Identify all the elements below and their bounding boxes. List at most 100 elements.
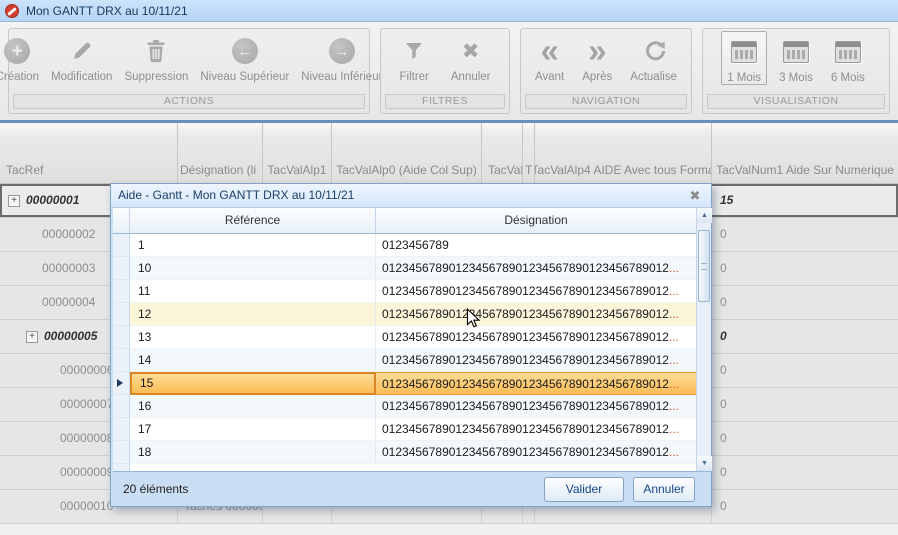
task-num-cell: 0 — [712, 388, 898, 421]
dialog-row[interactable]: 1501234567890123456789012345678901234567… — [113, 372, 696, 395]
reference-cell: 1 — [130, 234, 376, 257]
truncation-ellipsis: ... — [669, 353, 679, 367]
reference-cell: 18 — [130, 441, 376, 464]
niveau-superieur-button[interactable]: ← Niveau Supérieur — [195, 31, 294, 83]
avant-button[interactable]: « Avant — [530, 31, 569, 83]
task-ref: 00000009 — [60, 456, 113, 489]
modification-button[interactable]: Modification — [46, 31, 117, 83]
task-num-cell: 0 — [712, 218, 898, 251]
column-header-tacval[interactable]: TacVal — [482, 123, 523, 183]
row-selector-header — [113, 208, 130, 234]
dialog-titlebar[interactable]: Aide - Gantt - Mon GANTT DRX au 10/11/21 — [111, 184, 711, 208]
dialog-row[interactable]: 1401234567890123456789012345678901234567… — [113, 349, 696, 372]
task-num-cell: 0 — [712, 422, 898, 455]
trash-icon — [145, 33, 167, 69]
button-label: Niveau Inférieur — [301, 71, 382, 83]
row-selector-cell — [113, 395, 130, 418]
button-label: 3 Mois — [779, 72, 813, 84]
mouse-cursor-icon — [466, 308, 480, 329]
dialog-column-reference[interactable]: Référence — [130, 208, 376, 234]
scroll-up-icon[interactable]: ▲ — [697, 208, 712, 223]
window-title: Mon GANTT DRX au 10/11/21 — [26, 4, 188, 18]
task-num-cell: 0 — [712, 456, 898, 489]
calendar-icon — [835, 41, 861, 63]
reference-cell: 11 — [130, 280, 376, 303]
funnel-icon — [404, 33, 424, 69]
button-label: Niveau Supérieur — [200, 71, 289, 83]
ribbon-group-actions: + Création Modification — [8, 28, 370, 114]
designation-cell: 0123456789012345678901234567890123456789… — [376, 372, 696, 395]
button-label: 1 Mois — [727, 72, 761, 84]
truncation-ellipsis: ... — [669, 307, 679, 321]
button-label: Création — [0, 71, 39, 83]
expand-icon[interactable]: + — [8, 195, 20, 207]
dialog-column-designation[interactable]: Désignation — [376, 208, 696, 234]
niveau-inferieur-button[interactable]: → Niveau Inférieur — [296, 31, 387, 83]
dialog-row[interactable]: 1201234567890123456789012345678901234567… — [113, 303, 696, 326]
one-month-button[interactable]: 1 Mois — [721, 31, 767, 85]
ribbon-toolbar: + Création Modification — [0, 22, 898, 120]
chevrons-left-icon: « — [540, 38, 558, 64]
column-header-tacvalnum1[interactable]: TacValNum1 Aide Sur Numerique — [712, 123, 898, 183]
truncation-ellipsis: ... — [669, 399, 679, 413]
column-header-tacvalalp4[interactable]: TacValAlp4 AIDE Avec tous Forma — [535, 123, 712, 183]
arrow-right-circle-icon: → — [329, 38, 355, 64]
dialog-footer: 20 éléments Valider Annuler — [113, 471, 711, 506]
dialog-row[interactable]: 1101234567890123456789012345678901234567… — [113, 280, 696, 303]
dialog-row[interactable]: 1801234567890123456789012345678901234567… — [113, 441, 696, 464]
row-selector-cell — [113, 349, 130, 372]
column-header-designation[interactable]: Désignation (li — [178, 123, 263, 183]
row-selector-cell — [113, 441, 130, 464]
task-ref: 00000001 — [26, 184, 79, 217]
row-selector-cell — [113, 303, 130, 326]
arrow-left-circle-icon: ← — [232, 38, 258, 64]
row-selector-cell — [113, 257, 130, 280]
dialog-row[interactable]: 1701234567890123456789012345678901234567… — [113, 418, 696, 441]
truncation-ellipsis: ... — [669, 284, 679, 298]
dialog-row[interactable]: 1001234567890123456789012345678901234567… — [113, 257, 696, 280]
actualise-button[interactable]: Actualise — [625, 31, 682, 83]
apres-button[interactable]: » Après — [577, 31, 617, 83]
six-months-button[interactable]: 6 Mois — [825, 31, 871, 85]
annuler-filtre-button[interactable]: ✖ Annuler — [446, 31, 496, 83]
button-label: Avant — [535, 71, 564, 83]
dialog-scrollbar[interactable]: ▲ ▼ — [696, 208, 711, 471]
scrollbar-thumb[interactable] — [698, 230, 710, 302]
creation-button[interactable]: + Création — [0, 31, 44, 83]
task-ref: 00000007 — [60, 388, 113, 421]
valider-button[interactable]: Valider — [544, 477, 624, 502]
current-row-arrow-icon — [117, 379, 123, 387]
task-ref: 00000006 — [60, 354, 113, 387]
annuler-button[interactable]: Annuler — [633, 477, 695, 502]
pencil-icon — [70, 33, 94, 69]
truncation-ellipsis: ... — [669, 377, 679, 391]
column-header-tacref[interactable]: TacRef — [0, 123, 178, 183]
group-caption-visualisation: VISUALISATION — [707, 94, 885, 109]
filtrer-button[interactable]: Filtrer — [394, 31, 433, 83]
suppression-button[interactable]: Suppression — [119, 31, 193, 83]
designation-cell: 0123456789012345678901234567890123456789… — [376, 441, 696, 464]
table-bottom-strip — [0, 524, 898, 535]
column-header-t[interactable]: T — [523, 123, 535, 183]
designation-cell: 0123456789012345678901234567890123456789… — [376, 326, 696, 349]
calendar-icon — [731, 41, 757, 63]
expand-icon[interactable]: + — [26, 331, 38, 343]
scroll-down-icon[interactable]: ▼ — [697, 456, 712, 471]
task-ref: 00000008 — [60, 422, 113, 455]
dialog-row[interactable]: 1301234567890123456789012345678901234567… — [113, 326, 696, 349]
close-icon[interactable]: ✖ — [686, 187, 704, 205]
dialog-row[interactable]: 10123456789 — [113, 234, 696, 257]
three-months-button[interactable]: 3 Mois — [773, 31, 819, 85]
designation-cell: 0123456789012345678901234567890123456789… — [376, 257, 696, 280]
column-header-tacvalalp0[interactable]: TacValAlp0 (Aide Col Sup) — [332, 123, 482, 183]
plus-circle-icon: + — [4, 38, 30, 64]
dialog-title: Aide - Gantt - Mon GANTT DRX au 10/11/21 — [118, 188, 354, 202]
reference-cell: 15 — [130, 372, 376, 395]
ribbon-group-filtres: Filtrer ✖ Annuler FILTRES — [380, 28, 510, 114]
dialog-row[interactable]: 1601234567890123456789012345678901234567… — [113, 395, 696, 418]
column-header-tacvalalp1[interactable]: TacValAlp1 — [263, 123, 332, 183]
truncation-ellipsis: ... — [669, 445, 679, 459]
designation-cell: 0123456789012345678901234567890123456789… — [376, 303, 696, 326]
task-ref: 00000010 — [60, 490, 113, 523]
task-num-cell: 0 — [712, 286, 898, 319]
